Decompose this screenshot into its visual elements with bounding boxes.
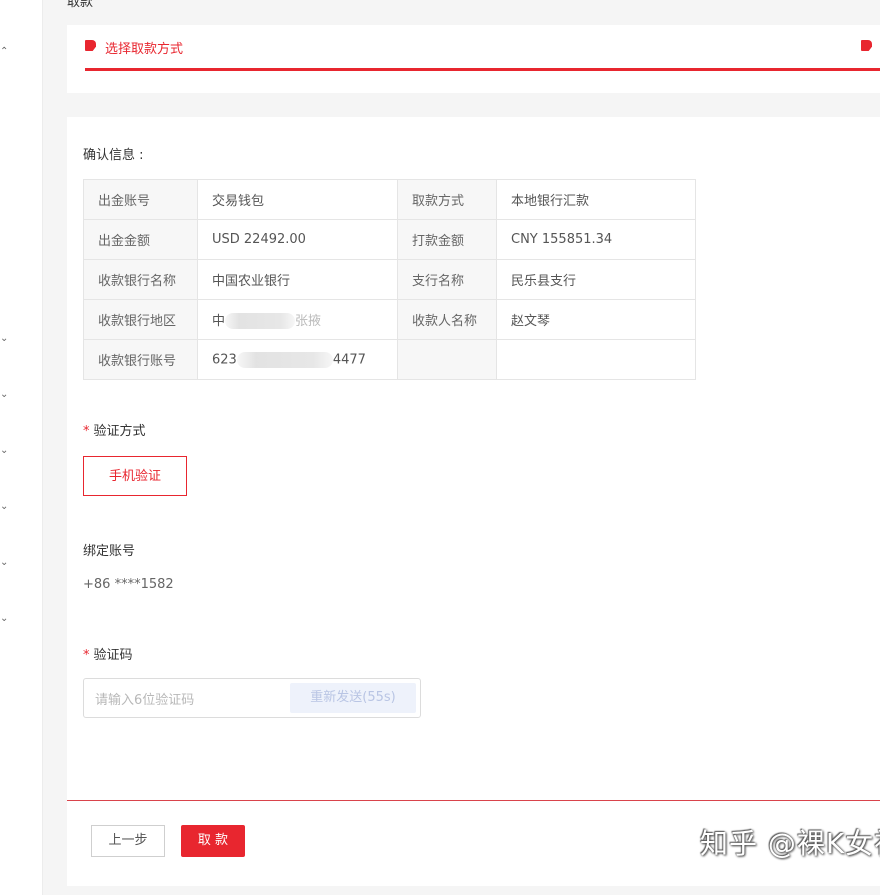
resend-code-button[interactable]: 重新发送(55s) (290, 683, 416, 713)
table-cell-value: CNY 155851.34 (496, 219, 696, 260)
verify-method-label: * 验证方式 (83, 420, 146, 439)
required-mark: * (83, 424, 90, 439)
table-cell-label: 出金金额 (83, 219, 198, 260)
table-cell-label: 支行名称 (397, 259, 497, 300)
step-progress-line (85, 68, 880, 71)
region-prefix: 中 (212, 313, 226, 329)
redaction-blur (236, 351, 333, 368)
table-cell-label: 收款人名称 (397, 299, 497, 340)
table-cell-value: 交易钱包 (197, 179, 398, 220)
verification-code-input[interactable]: 请输入6位验证码 (95, 689, 194, 708)
step-label-current: 选择取款方式 (105, 42, 184, 57)
confirm-title: 确认信息 : (83, 148, 144, 163)
region-suffix: 张掖 (295, 313, 322, 329)
table-cell-empty (397, 339, 497, 380)
withdraw-form: 确认信息 : 出金账号 交易钱包 取款方式 本地银行汇款 出金金额 USD 22… (67, 117, 880, 886)
page-title: 取款 (67, 0, 94, 10)
code-label-text: 验证码 (93, 648, 133, 663)
table-cell-value-redacted: 中 张掖 (197, 299, 398, 340)
chevron-down-icon[interactable]: ⌄ (0, 390, 10, 400)
chevron-down-icon[interactable]: ⌄ (0, 502, 10, 512)
table-cell-value: 民乐县支行 (496, 259, 696, 300)
chevron-down-icon[interactable]: ⌄ (0, 334, 10, 344)
chevron-down-icon[interactable]: ⌄ (0, 614, 10, 624)
flag-icon (861, 40, 872, 51)
previous-step-button[interactable]: 上一步 (91, 825, 165, 857)
verification-code-field[interactable]: 请输入6位验证码 重新发送(55s) (83, 678, 421, 718)
chevron-up-icon[interactable]: ⌃ (0, 47, 10, 57)
table-row: 收款银行地区 中 张掖 收款人名称 赵文琴 (83, 299, 696, 340)
account-prefix: 623 (212, 352, 237, 367)
table-cell-empty (496, 339, 696, 380)
table-row: 收款银行账号 623 4477 (83, 339, 696, 380)
withdraw-button[interactable]: 取 款 (181, 825, 245, 857)
sidebar: ⌃ ⌄ ⌄ ⌄ ⌄ ⌄ ⌄ (0, 0, 43, 895)
table-cell-label: 收款银行名称 (83, 259, 198, 300)
table-cell-label: 取款方式 (397, 179, 497, 220)
table-cell-label: 出金账号 (83, 179, 198, 220)
chevron-down-icon[interactable]: ⌄ (0, 558, 10, 568)
chevron-down-icon[interactable]: ⌄ (0, 446, 10, 456)
table-cell-label: 收款银行账号 (83, 339, 198, 380)
table-cell-label: 打款金额 (397, 219, 497, 260)
table-row: 出金账号 交易钱包 取款方式 本地银行汇款 (83, 179, 696, 220)
bound-account-label: 绑定账号 (83, 544, 136, 559)
code-label: * 验证码 (83, 644, 133, 663)
required-mark: * (83, 648, 90, 663)
table-row: 收款银行名称 中国农业银行 支行名称 民乐县支行 (83, 259, 696, 300)
confirm-table: 出金账号 交易钱包 取款方式 本地银行汇款 出金金额 USD 22492.00 … (83, 179, 696, 380)
phone-verify-option[interactable]: 手机验证 (83, 456, 187, 496)
redaction-blur (225, 313, 296, 330)
verify-method-text: 验证方式 (93, 424, 146, 439)
table-row: 出金金额 USD 22492.00 打款金额 CNY 155851.34 (83, 219, 696, 260)
account-suffix: 4477 (332, 352, 366, 367)
divider (67, 800, 880, 801)
table-cell-value: USD 22492.00 (197, 219, 398, 260)
watermark: 知乎 @裸K女神 (700, 827, 880, 860)
table-cell-value: 本地银行汇款 (496, 179, 696, 220)
table-cell-label: 收款银行地区 (83, 299, 198, 340)
step-indicator: 选择取款方式 (67, 25, 880, 93)
bound-account-value: +86 ****1582 (83, 577, 174, 592)
table-cell-value-redacted: 623 4477 (197, 339, 398, 380)
flag-icon (85, 40, 96, 51)
table-cell-value: 赵文琴 (496, 299, 696, 340)
table-cell-value: 中国农业银行 (197, 259, 398, 300)
